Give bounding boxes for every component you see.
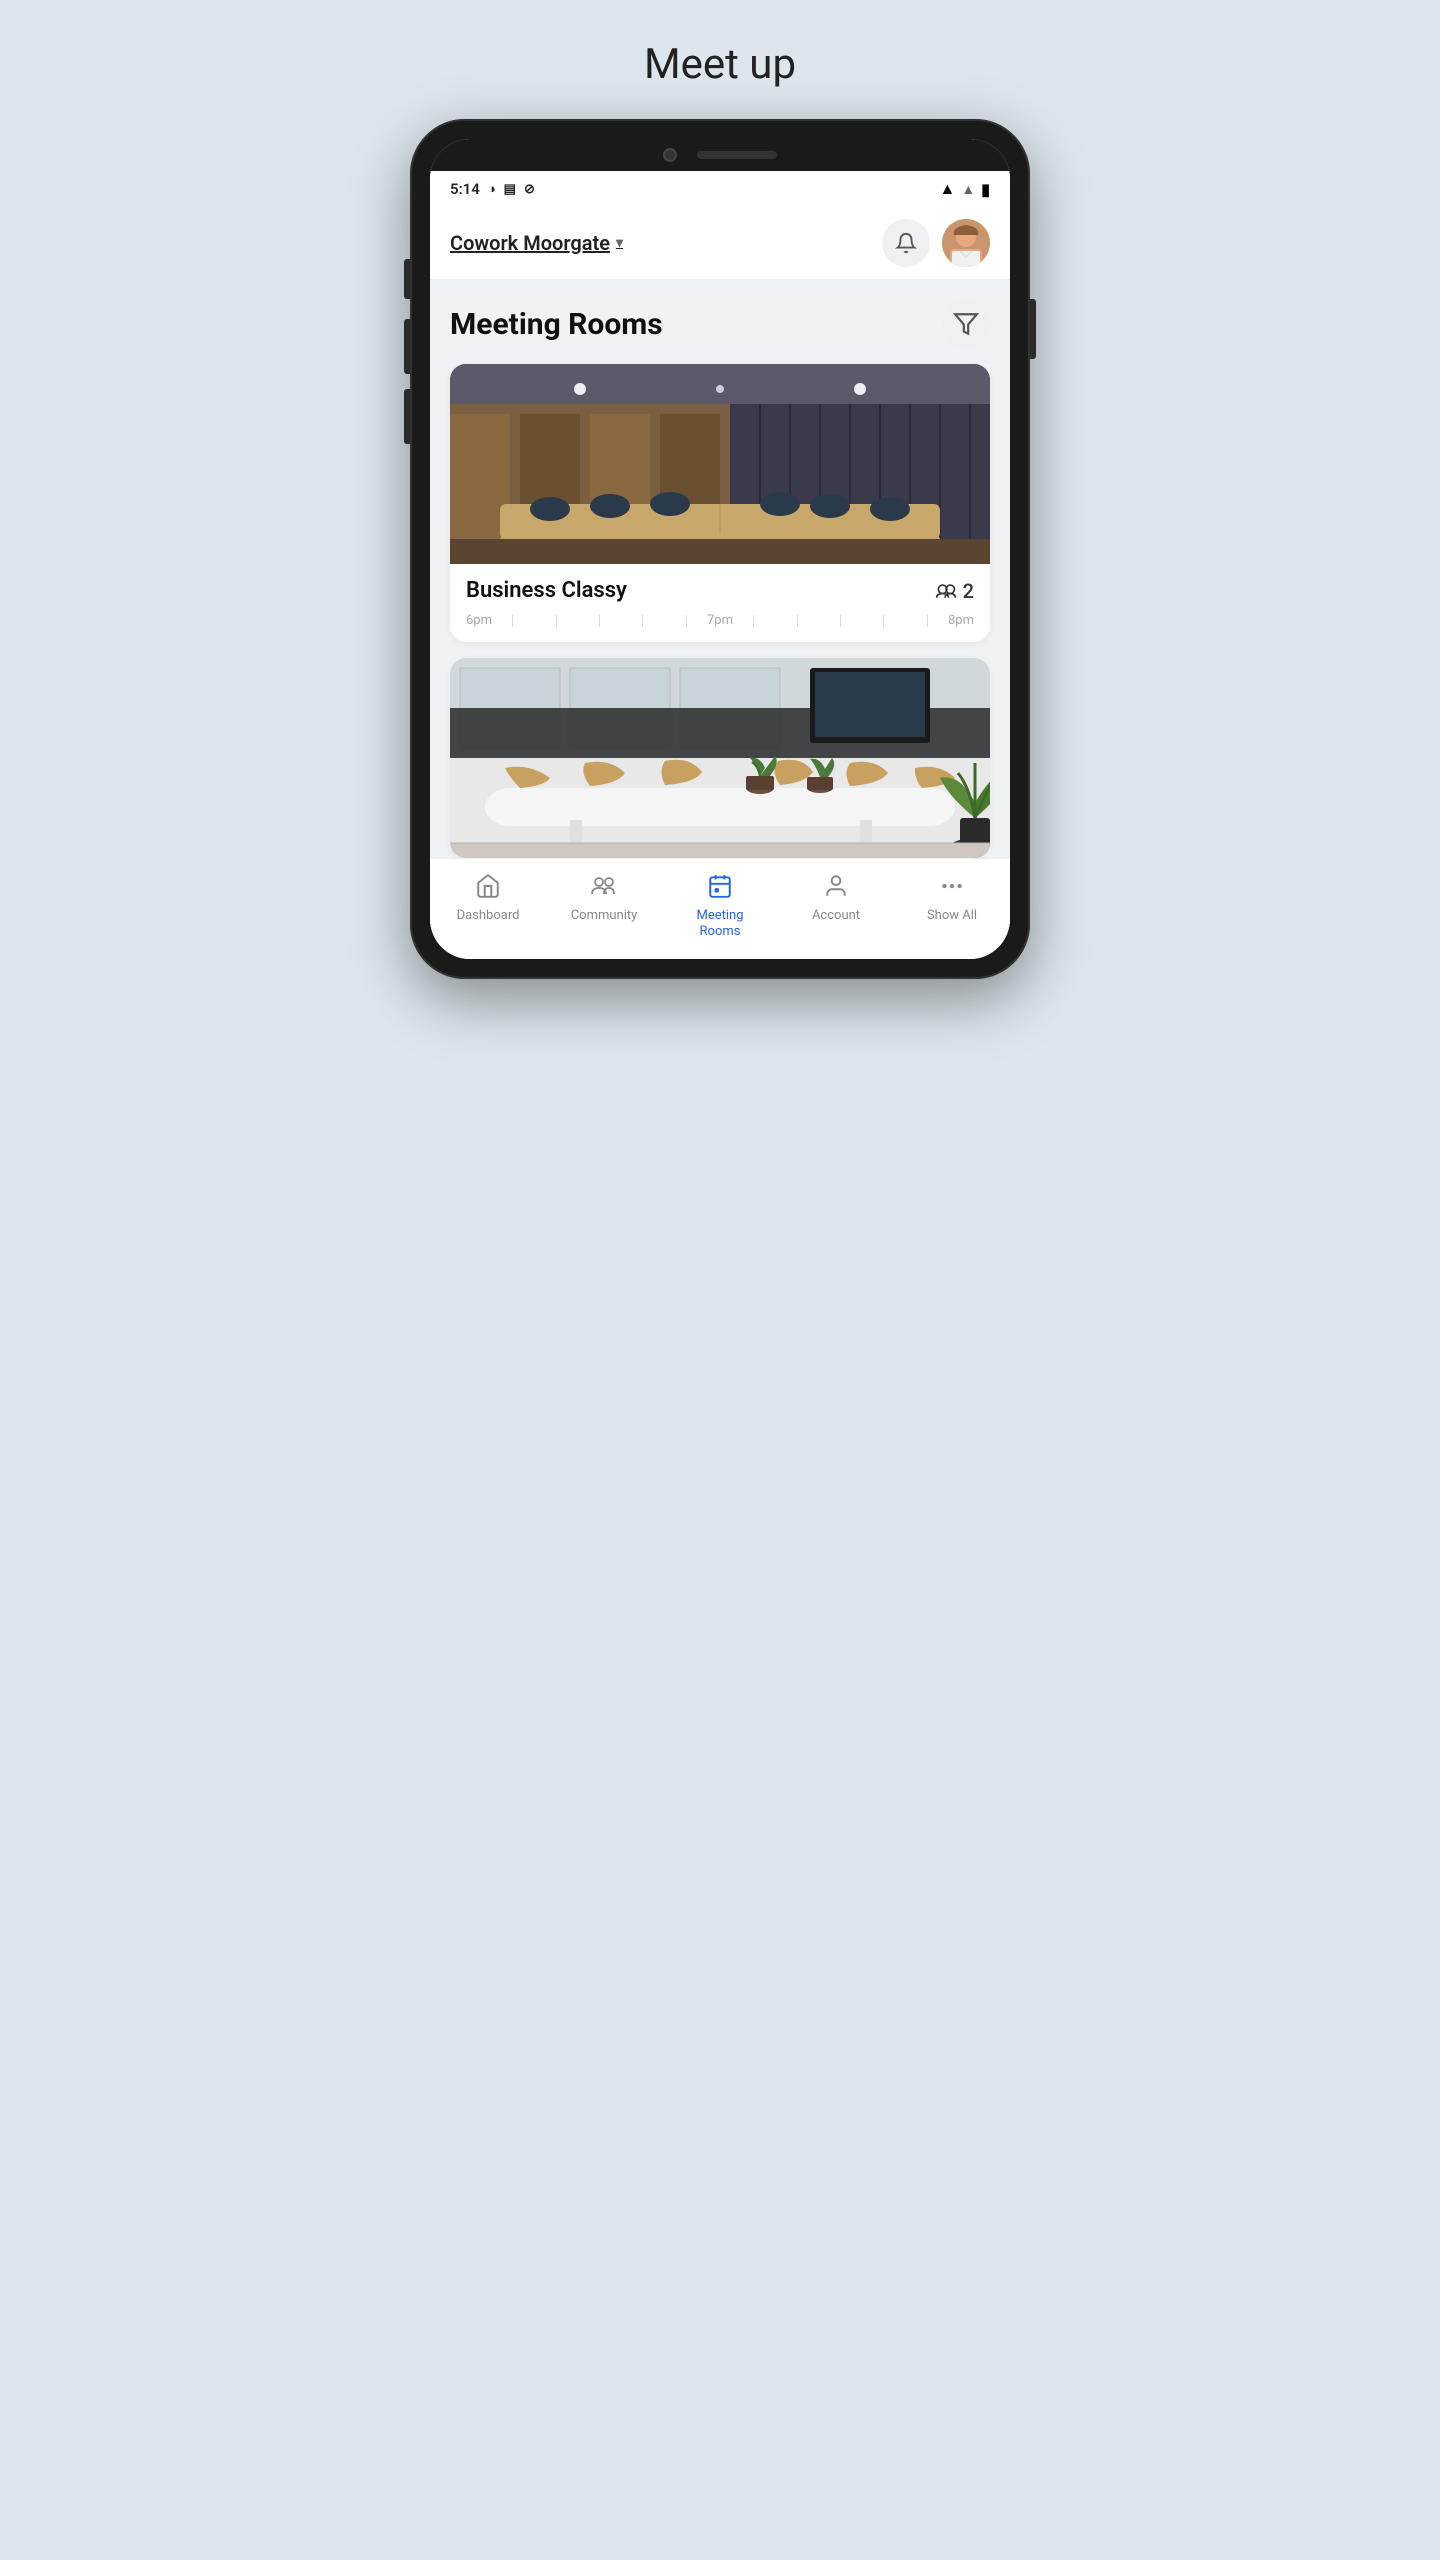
nav-label-account: Account <box>812 908 860 924</box>
time-tick-6pm: 6pm <box>466 613 492 628</box>
status-bar: 5:14 ◑ ▤ ⊘ ▲ ▲ ▮ <box>430 171 1010 207</box>
timeline-ticks <box>492 615 707 627</box>
avatar-image <box>942 219 990 267</box>
phone-top-bar <box>430 139 1010 171</box>
room-card-1[interactable]: Business Classy 2 6pm <box>450 364 990 642</box>
room-info-1: Business Classy 2 6pm <box>450 564 990 642</box>
wifi-icon: ▲ <box>939 179 955 199</box>
room-image-1 <box>450 364 990 564</box>
phone-screen: 5:14 ◑ ▤ ⊘ ▲ ▲ ▮ Cowork Moorgate ▾ <box>430 139 1010 959</box>
capacity-count-1: 2 <box>963 579 974 603</box>
filter-icon <box>953 311 979 337</box>
chevron-down-icon: ▾ <box>616 235 623 251</box>
people-icon <box>590 873 618 904</box>
signal-icon: ▲ <box>961 181 975 198</box>
app-title: Meet up <box>644 40 796 89</box>
section-header: Meeting Rooms <box>450 300 990 348</box>
section-title: Meeting Rooms <box>450 307 663 342</box>
nav-item-show-all[interactable]: Show All <box>894 869 1010 943</box>
nav-label-show-all: Show All <box>927 908 977 924</box>
capacity-icon-1 <box>935 582 957 600</box>
speaker <box>697 151 777 159</box>
status-time: 5:14 <box>450 180 480 198</box>
workspace-selector[interactable]: Cowork Moorgate ▾ <box>450 231 623 255</box>
room-image-svg-1 <box>450 364 990 564</box>
time-tick-8pm: 8pm <box>948 613 974 628</box>
phone-frame: 5:14 ◑ ▤ ⊘ ▲ ▲ ▮ Cowork Moorgate ▾ <box>410 119 1030 979</box>
room-image-svg-2 <box>450 658 990 858</box>
dots-icon <box>939 873 965 904</box>
notification-button[interactable] <box>882 219 930 267</box>
status-right: ▲ ▲ ▮ <box>939 179 990 199</box>
workspace-name: Cowork Moorgate <box>450 231 610 255</box>
header-actions <box>882 219 990 267</box>
room-name-row-1: Business Classy 2 <box>466 578 974 603</box>
app-header: Cowork Moorgate ▾ <box>430 207 1010 280</box>
battery-icon: ▮ <box>981 180 990 199</box>
room-name-1: Business Classy <box>466 578 627 603</box>
bottom-nav: Dashboard Community <box>430 858 1010 959</box>
user-avatar[interactable] <box>942 219 990 267</box>
nav-label-community: Community <box>571 908 638 924</box>
nav-label-meeting-rooms: Meeting Rooms <box>696 908 743 939</box>
room-capacity-1: 2 <box>935 579 974 603</box>
time-tick-7pm: 7pm <box>707 613 733 628</box>
nav-item-account[interactable]: Account <box>778 869 894 943</box>
nav-label-dashboard: Dashboard <box>457 908 520 924</box>
volume-up-button <box>404 319 410 374</box>
status-icon-2: ▤ <box>504 182 516 197</box>
calendar-icon <box>707 873 733 904</box>
avatar-svg <box>942 219 990 267</box>
nav-item-dashboard[interactable]: Dashboard <box>430 869 546 943</box>
nav-item-community[interactable]: Community <box>546 869 662 943</box>
room-image-2 <box>450 658 990 858</box>
person-icon <box>823 873 849 904</box>
power-button <box>1030 299 1036 359</box>
time-row-1: 6pm 7pm <box>466 613 974 628</box>
volume-silent-button <box>404 259 410 299</box>
volume-down-button <box>404 389 410 444</box>
timeline-ticks-2 <box>733 615 948 627</box>
main-content: Meeting Rooms <box>430 280 1010 858</box>
status-icon-1: ◑ <box>488 181 496 197</box>
nav-item-meeting-rooms[interactable]: Meeting Rooms <box>662 869 778 943</box>
filter-button[interactable] <box>942 300 990 348</box>
room-card-2[interactable] <box>450 658 990 858</box>
camera <box>663 148 677 162</box>
bell-icon <box>895 232 917 254</box>
home-icon <box>475 873 501 904</box>
status-icon-3: ⊘ <box>524 182 535 197</box>
status-left: 5:14 ◑ ▤ ⊘ <box>450 180 535 198</box>
